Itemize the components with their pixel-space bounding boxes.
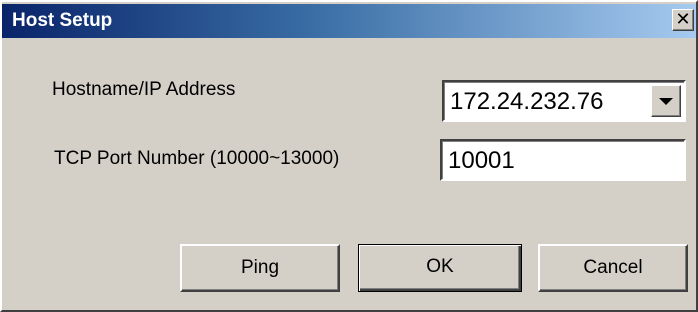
ok-button[interactable]: OK [358, 244, 522, 292]
tcp-port-label: TCP Port Number (10000~13000) [54, 148, 340, 169]
ping-button[interactable]: Ping [180, 244, 340, 292]
title-bar[interactable]: Host Setup ✕ [2, 4, 696, 38]
close-button[interactable]: ✕ [672, 9, 694, 31]
hostname-value[interactable]: 172.24.232.76 [450, 86, 603, 118]
dropdown-button[interactable] [651, 85, 681, 117]
tcp-port-input[interactable]: 10001 [440, 139, 686, 181]
close-icon: ✕ [675, 9, 691, 29]
host-setup-dialog: Host Setup ✕ Hostname/IP Address 172.24.… [0, 0, 698, 312]
cancel-button[interactable]: Cancel [538, 244, 688, 292]
tcp-port-value[interactable]: 10001 [448, 145, 515, 177]
hostname-label: Hostname/IP Address [52, 79, 236, 100]
chevron-down-icon [659, 98, 673, 105]
hostname-combobox[interactable]: 172.24.232.76 [442, 80, 686, 122]
window-title: Host Setup [12, 10, 113, 31]
